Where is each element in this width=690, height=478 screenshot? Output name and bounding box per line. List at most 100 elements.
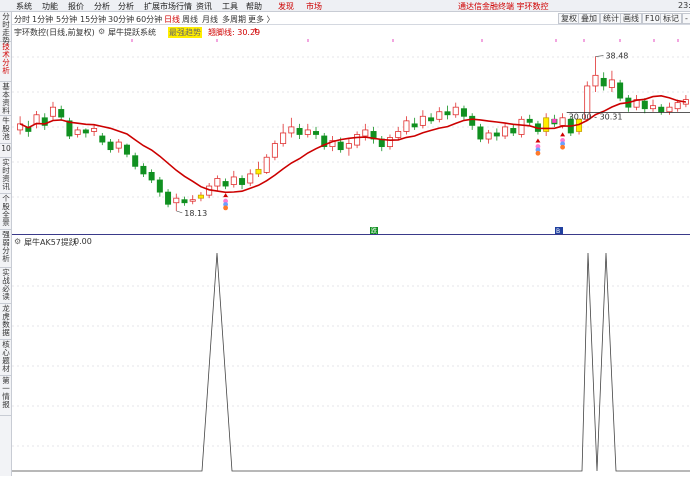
candle-body — [82, 129, 89, 134]
menu-quote[interactable]: 报价 — [68, 1, 84, 12]
candle-body — [115, 141, 122, 149]
chart-header: 宇环数控(日线,前复权) ⚙ 犀牛提跃系统 最强趋势 翘脚线: 30.29 ↑ — [12, 26, 690, 38]
tab-dragon-tiger[interactable]: 龙虎数据 — [0, 304, 12, 340]
adjust-button[interactable]: 复权 — [558, 13, 580, 24]
candle-body — [559, 117, 566, 126]
minus-button[interactable]: - — [682, 13, 690, 24]
candle-body — [526, 118, 533, 123]
tab-strength[interactable]: 强弱分析 — [0, 230, 12, 268]
candle-body — [485, 132, 492, 140]
tab-fundamentals[interactable]: 基本资料 — [0, 82, 12, 116]
period-daily[interactable]: 日线 — [164, 14, 180, 25]
tab-bull-pool[interactable]: 牛股池 — [0, 116, 12, 144]
period-1min[interactable]: 1分钟 — [32, 14, 53, 25]
candle-body — [99, 135, 106, 143]
sub-indicator-value: 0.00 — [74, 237, 92, 246]
menu-extended-market[interactable]: 扩展市场行情 — [144, 1, 192, 12]
buy-arrow-icon — [223, 193, 229, 198]
low-label: 18.13 — [184, 209, 207, 218]
period-intraday[interactable]: 分时 — [14, 14, 30, 25]
candle-body — [543, 117, 550, 132]
candle-body — [313, 131, 320, 135]
candle-body — [148, 171, 155, 181]
signal-dot — [560, 144, 565, 150]
candle-body — [641, 100, 648, 110]
period-more[interactable]: 更多 〉 — [248, 14, 275, 25]
panel-divider[interactable] — [12, 234, 690, 235]
candle-body — [271, 143, 278, 158]
candle-body — [123, 144, 130, 155]
stats-button[interactable]: 统计 — [600, 13, 622, 24]
candle-body — [436, 111, 443, 120]
candle-body — [460, 108, 467, 117]
candle-body — [239, 178, 246, 185]
period-toolbar: 分时 1分钟 5分钟 15分钟 30分钟 60分钟 日线 周线 月线 多周期 更… — [12, 12, 690, 25]
menu-tools[interactable]: 工具 — [222, 1, 238, 12]
menu-bar: 系统 功能 报价 分析 分析 扩展市场行情 资讯 工具 帮助 发现 市场 通达信… — [0, 0, 690, 12]
period-weekly[interactable]: 周线 — [182, 14, 198, 25]
candle-body — [477, 126, 484, 140]
candle-body — [189, 199, 196, 202]
high-label: 38.48 — [605, 52, 628, 61]
marker-green-label: 跌 — [371, 227, 377, 234]
main-chart[interactable]: 38.48 18.13 30.00 - 30.31 跌 B — [12, 37, 690, 235]
menu-analyze[interactable]: 分析 — [118, 1, 134, 12]
tab-must-read[interactable]: 实战必读 — [0, 268, 12, 304]
clock: 23:0 — [678, 1, 690, 10]
menu-analysis[interactable]: 分析 — [94, 1, 110, 12]
menu-discover[interactable]: 发现 — [278, 1, 294, 12]
tab-panorama[interactable]: 个股全景 — [0, 194, 12, 230]
candle-body — [444, 111, 451, 116]
candle-body — [173, 197, 180, 204]
candlestick-chart[interactable]: 38.4818.1330.00 - 30.31跌 B — [12, 37, 690, 235]
candle-body — [214, 178, 221, 187]
candle-body — [181, 199, 188, 204]
candle-body — [165, 191, 172, 205]
menu-function[interactable]: 功能 — [42, 1, 58, 12]
tab-realtime-news[interactable]: 实时资讯 — [0, 158, 12, 194]
candle-body — [362, 129, 369, 137]
candle-body — [58, 109, 65, 118]
candle-body — [74, 129, 81, 135]
period-5min[interactable]: 5分钟 — [56, 14, 77, 25]
candle-body — [33, 114, 40, 125]
candle-body — [263, 156, 270, 173]
candle-body — [592, 74, 599, 87]
menu-news[interactable]: 资讯 — [196, 1, 212, 12]
candle-body — [296, 128, 303, 135]
draw-button[interactable]: 画线 — [620, 13, 642, 24]
signal-dot — [223, 205, 228, 211]
high-leader — [595, 55, 604, 57]
sub-chart-header: ⚙ 犀牛AK57提跃 0.00 — [12, 236, 690, 247]
promo-text[interactable]: 通达信金融终端 宇环数控 — [458, 1, 549, 12]
tab-core-themes[interactable]: 核心题材 — [0, 340, 12, 376]
candle-body — [411, 123, 418, 128]
tab-intraday[interactable]: 分时走势 — [0, 12, 12, 45]
tab-apps[interactable]: 10 — [0, 144, 12, 158]
candle-body — [419, 115, 426, 126]
candle-body — [493, 132, 500, 137]
indicator-chart[interactable] — [12, 246, 690, 476]
menu-help[interactable]: 帮助 — [246, 1, 262, 12]
candle-body — [600, 77, 607, 87]
candle-body — [395, 131, 402, 138]
candle-body — [617, 82, 624, 99]
candle-body — [247, 173, 254, 184]
period-multi[interactable]: 多周期 — [222, 14, 246, 25]
period-60min[interactable]: 60分钟 — [136, 14, 162, 25]
period-15min[interactable]: 15分钟 — [80, 14, 106, 25]
tab-first-intel[interactable]: 第一情报 — [0, 376, 12, 416]
sub-chart[interactable] — [12, 246, 690, 476]
candle-body — [255, 168, 262, 175]
buy-arrow-icon — [560, 132, 566, 137]
menu-system[interactable]: 系统 — [16, 1, 32, 12]
settings-icon[interactable]: ⚙ — [98, 27, 105, 36]
tab-technical[interactable]: 技术分析 — [0, 42, 12, 82]
period-monthly[interactable]: 月线 — [202, 14, 218, 25]
candle-body — [197, 194, 204, 199]
mark-button[interactable]: 标记 — [660, 13, 682, 24]
sub-settings-icon[interactable]: ⚙ — [14, 237, 21, 246]
overlay-button[interactable]: 叠加 — [578, 13, 600, 24]
period-30min[interactable]: 30分钟 — [108, 14, 134, 25]
menu-market[interactable]: 市场 — [306, 1, 322, 12]
